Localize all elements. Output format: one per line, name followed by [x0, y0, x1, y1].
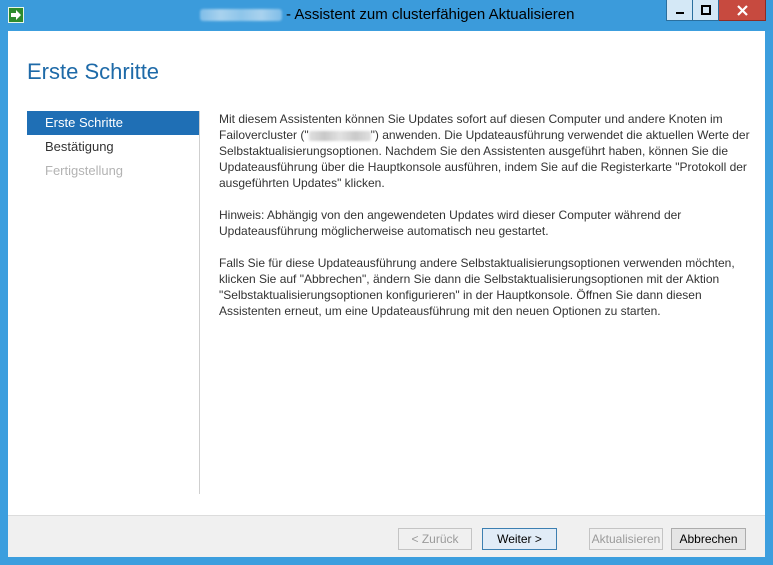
redacted-cluster-name	[200, 9, 282, 22]
window-title-text: - Assistent zum clusterfähigen Aktualisi…	[286, 6, 575, 23]
maximize-icon	[700, 5, 711, 15]
intro-paragraph: Mit diesem Assistenten können Sie Update…	[219, 111, 759, 191]
window-title: - Assistent zum clusterfähigen Aktualisi…	[200, 6, 574, 24]
wizard-footer: < Zurück Weiter > Aktualisieren Abbreche…	[8, 515, 765, 557]
nav-item-bestaetigung[interactable]: Bestätigung	[27, 135, 199, 159]
nav-item-fertigstellung: Fertigstellung	[45, 163, 124, 178]
cancel-button[interactable]: Abbrechen	[671, 528, 746, 550]
wizard-window: - Assistent zum clusterfähigen Aktualisi…	[0, 0, 773, 565]
wizard-step-nav: Erste Schritte Bestätigung Fertigstellun…	[27, 111, 199, 183]
wizard-client-area: Erste Schritte Erste Schritte Bestätigun…	[8, 31, 765, 557]
update-button[interactable]: Aktualisieren	[589, 528, 663, 550]
redacted-cluster-name-inline	[308, 130, 371, 141]
arrow-right-icon	[8, 7, 24, 23]
nav-item-erste-schritte[interactable]: Erste Schritte	[27, 111, 199, 135]
restart-note-paragraph: Hinweis: Abhängig von den angewendeten U…	[219, 208, 682, 238]
maximize-button[interactable]	[693, 0, 719, 21]
minimize-button[interactable]	[666, 0, 693, 21]
title-bar[interactable]: - Assistent zum clusterfähigen Aktualisi…	[0, 0, 773, 30]
wizard-content: Mit diesem Assistenten können Sie Update…	[219, 111, 759, 335]
close-icon	[736, 4, 748, 16]
next-button[interactable]: Weiter >	[482, 528, 557, 550]
page-title: Erste Schritte	[27, 59, 160, 84]
back-button[interactable]: < Zurück	[398, 528, 472, 550]
minimize-icon	[675, 12, 684, 14]
close-button[interactable]	[719, 0, 766, 21]
options-paragraph: Falls Sie für diese Updateausführung and…	[219, 256, 735, 318]
nav-divider	[199, 111, 200, 494]
